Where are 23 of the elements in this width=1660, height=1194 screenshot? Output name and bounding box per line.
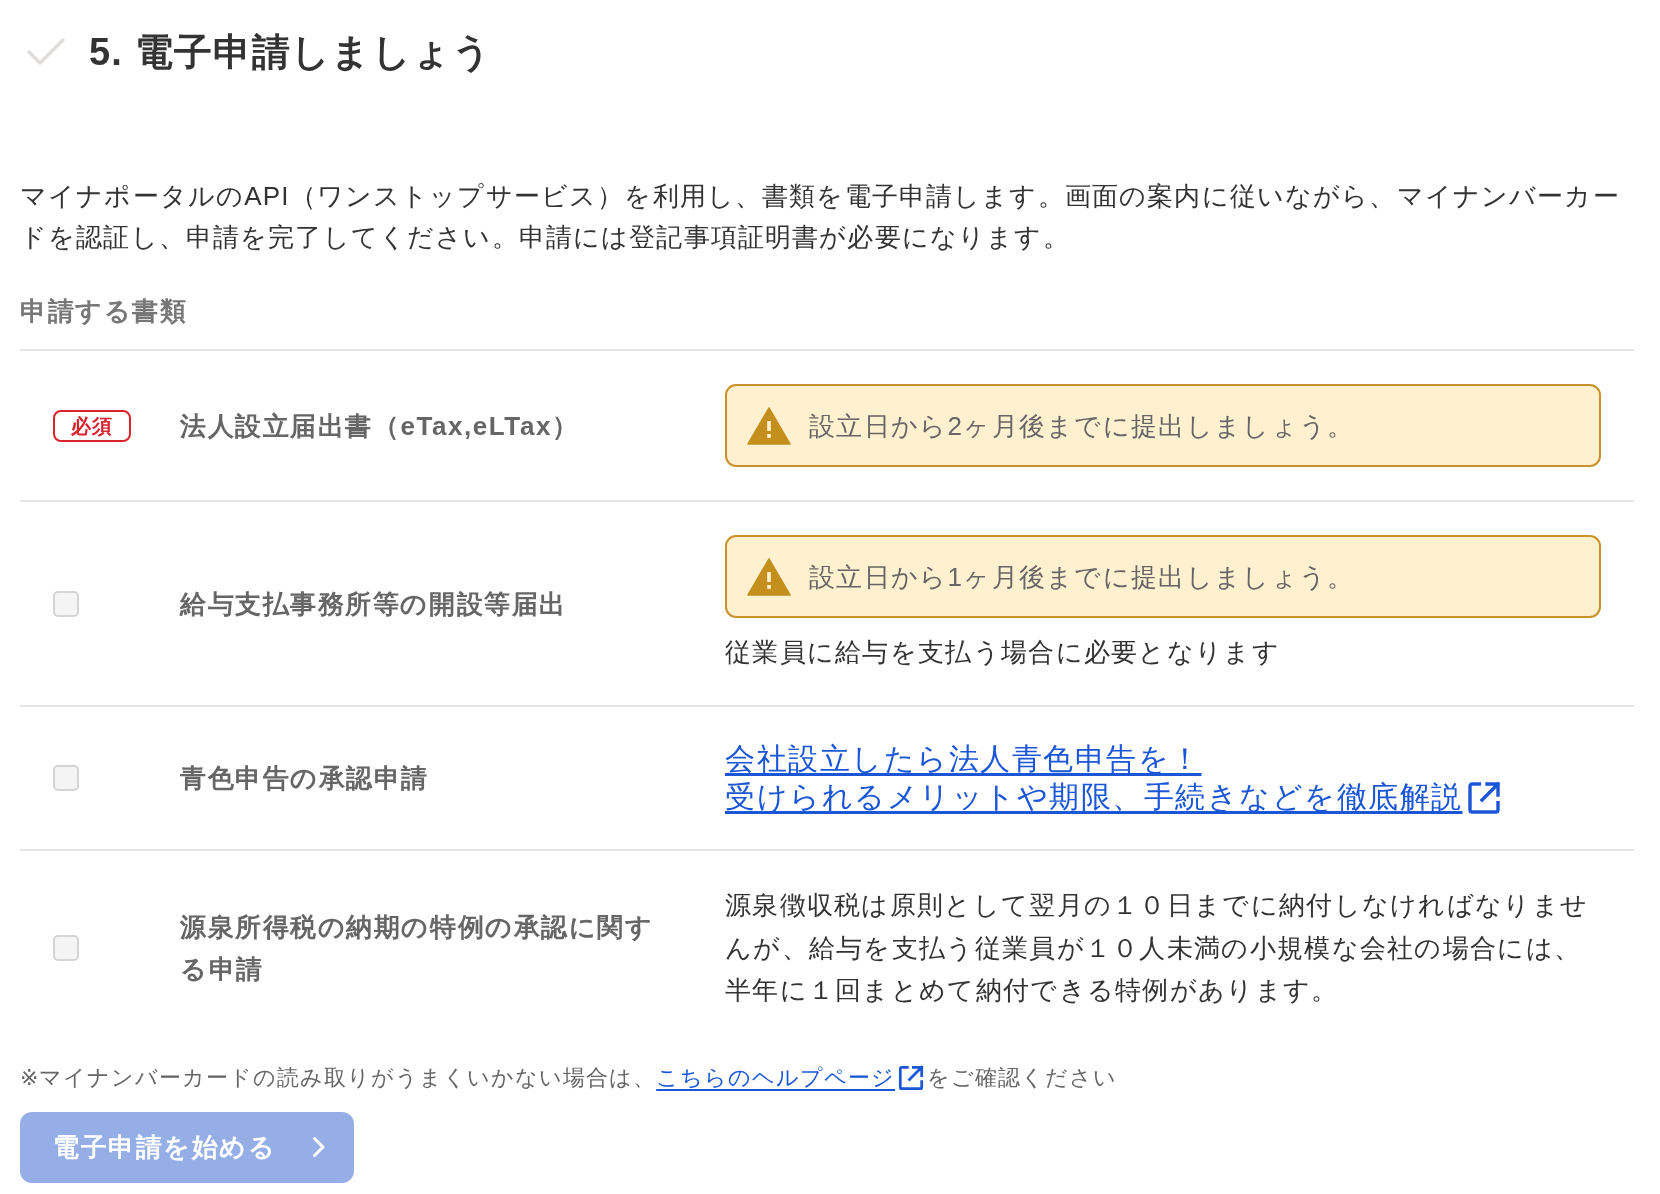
external-link-icon [1466,781,1501,815]
checkbox[interactable] [53,765,79,791]
checkbox[interactable] [53,934,79,961]
document-name: 源泉所得税の納期の特例の承認に関する申請 [180,910,655,986]
required-badge: 必須 [53,409,131,442]
checkbox[interactable] [53,590,79,617]
external-link-icon [898,1064,925,1091]
warning-icon [747,406,791,445]
intro-text: マイナポータルのAPI（ワンストップサービス）を利用し、書類を電子申請します。画面の案内に従いながら、マイナンバーカードを認証し、申請を完了してください。申請には登記事項証明書が必要になります。 [20,180,1621,254]
document-name: 給与支払事務所等の開設等届出 [180,587,568,621]
alert-text: 設立日から1ヶ月後までに提出しましょう。 [809,560,1355,594]
description-text: 源泉徴収税は原則として翌月の１０日までに納付しなければなりませんが、給与を支払う従業員が１０人未満の小規模な会社の場合には、半年に１回まとめて納付できる特例があります。 [725,889,1590,1007]
alert-text: 設立日から2ヶ月後までに提出しましょう。 [809,409,1355,443]
article-link[interactable]: 会社設立したら法人青色申告を！ 受けられるメリットや期限、手続きなどを徹底解説 [725,740,1501,816]
description-text: 従業員に給与を支払う場合に必要となります [725,636,1280,669]
document-name: 法人設立届出書（eTax,eLTax） [180,409,581,443]
chevron-right-icon [312,1136,327,1158]
help-note: ※マイナンバーカードの読み取りがうまくいかない場合は、こちらのヘルプページ をご確認ください [20,1063,1118,1093]
document-name: 青色申告の承認申請 [180,762,431,795]
section-title: 5. 電子申請しましょう [89,30,492,74]
warning-icon [747,557,791,596]
help-page-link[interactable]: こちらのヘルプページ [656,1064,928,1090]
documents-heading: 申請する書類 [20,295,189,328]
